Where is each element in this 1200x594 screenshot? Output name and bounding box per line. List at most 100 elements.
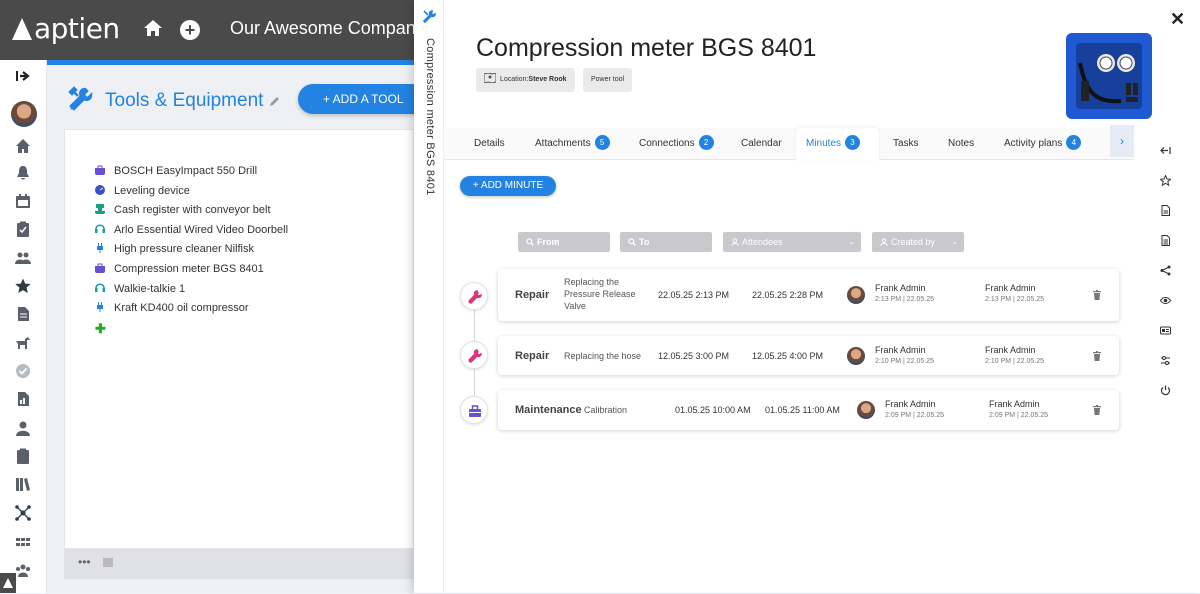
minute-description: Pressure Release: [564, 289, 636, 299]
location-chip[interactable]: Location:Steve Rook: [476, 68, 575, 92]
list-item[interactable]: Leveling device: [95, 182, 288, 202]
list-item[interactable]: Arlo Essential Wired Video Doorbell: [95, 221, 288, 241]
tab-connections[interactable]: Connections 2: [629, 128, 724, 160]
tab-label: Attachments: [535, 138, 591, 149]
headset-icon: [95, 283, 105, 292]
add-tool-button[interactable]: + ADD A TOOL: [298, 84, 428, 114]
trash-icon[interactable]: [1093, 405, 1101, 415]
tab-label: Calendar: [741, 138, 782, 149]
filter-from[interactable]: From: [518, 232, 610, 252]
tab-tasks[interactable]: Tasks: [883, 128, 929, 160]
tab-calendar[interactable]: Calendar: [731, 128, 792, 160]
trash-icon[interactable]: [1093, 290, 1101, 300]
settings-sliders-icon[interactable]: [1158, 355, 1172, 369]
minute-start: 12.05.25 3:00 PM: [658, 351, 730, 361]
minute-type: Maintenance: [515, 404, 582, 416]
collapse-arrow-icon[interactable]: [15, 68, 31, 84]
detail-panel: Compression meter BGS 8401 Compression m…: [414, 0, 1200, 593]
attendee-meta: 2:09 PM | 22.05.25: [885, 412, 945, 419]
list-item[interactable]: BOSCH EasyImpact 550 Drill: [95, 162, 288, 182]
clipboard-alt-icon[interactable]: [15, 448, 31, 464]
add-icon[interactable]: +: [180, 20, 200, 40]
tab-label: Activity plans: [1004, 138, 1063, 149]
eye-icon[interactable]: [1158, 295, 1172, 309]
minute-description: Replacing the hose: [564, 351, 642, 361]
list-item[interactable]: Cash register with conveyor belt: [95, 201, 288, 221]
creator-name: Frank Admin: [985, 283, 1036, 293]
more-icon[interactable]: •••: [78, 555, 91, 569]
books-icon[interactable]: [15, 476, 31, 492]
tab-count-badge: 4: [1066, 135, 1082, 150]
tab-minutes[interactable]: Minutes 3: [796, 128, 879, 160]
tab-label: Details: [474, 138, 505, 149]
tab-details[interactable]: Details: [464, 128, 515, 160]
check-icon[interactable]: [15, 363, 31, 379]
team-icon[interactable]: [15, 562, 31, 578]
location-label: Location:: [500, 76, 529, 83]
document-icon[interactable]: [1158, 205, 1172, 219]
filter-created-by[interactable]: Created by ⌄: [872, 232, 964, 252]
page-title: Tools & Equipment: [67, 85, 281, 113]
minute-start: 22.05.25 2:13 PM: [658, 290, 730, 300]
tab-attachments[interactable]: Attachments 5: [525, 128, 620, 160]
minute-row[interactable]: Repair Replacing the Pressure Release Va…: [498, 269, 1119, 321]
tabs-scroll-right-icon[interactable]: ›: [1110, 125, 1134, 157]
list-item[interactable]: Compression meter BGS 8401: [95, 260, 288, 280]
bell-icon[interactable]: [15, 165, 31, 181]
logo-text: aptien: [34, 12, 120, 45]
list-item[interactable]: Kraft KD400 oil compressor: [95, 299, 288, 319]
list-footer: •••: [64, 549, 414, 579]
trash-icon[interactable]: [1093, 351, 1101, 361]
tab-label: Tasks: [893, 138, 919, 149]
collapse-left-icon[interactable]: [1158, 145, 1172, 159]
list-item[interactable]: Walkie-talkie 1: [95, 280, 288, 300]
search-icon: [628, 238, 636, 246]
power-icon[interactable]: [1158, 385, 1172, 399]
close-icon[interactable]: ✕: [1170, 9, 1185, 30]
home-icon[interactable]: [15, 138, 31, 154]
star-icon[interactable]: [1158, 174, 1172, 189]
folder-icon[interactable]: [102, 558, 113, 567]
register-icon: [95, 204, 105, 215]
minute-row[interactable]: Maintenance Calibration 01.05.25 10:00 A…: [498, 390, 1119, 430]
edit-pencil-icon[interactable]: [269, 95, 281, 107]
chevron-down-icon: ⌄: [848, 237, 855, 246]
add-minute-button[interactable]: + ADD MINUTE: [460, 176, 556, 196]
tab-activity-plans[interactable]: Activity plans 4: [994, 128, 1091, 160]
filter-attendees[interactable]: Attendees ⌄: [723, 232, 861, 252]
category-chip[interactable]: Power tool: [583, 68, 633, 92]
avatar: [847, 347, 865, 365]
document-icon[interactable]: [15, 306, 31, 322]
dog-icon[interactable]: [15, 335, 31, 351]
filter-to[interactable]: To: [620, 232, 712, 252]
calendar-icon[interactable]: [15, 193, 31, 209]
person-icon[interactable]: [15, 420, 31, 436]
logo-small-icon[interactable]: [0, 573, 16, 593]
page-title-text: Tools & Equipment: [105, 90, 264, 111]
user-icon: [731, 238, 739, 246]
user-avatar[interactable]: [11, 101, 37, 127]
list-item[interactable]: High pressure cleaner Nilfisk: [95, 240, 288, 260]
id-card-icon[interactable]: [1158, 325, 1172, 339]
logo-mark-icon: [12, 18, 32, 40]
app-logo[interactable]: aptien: [12, 12, 120, 45]
grid-icon[interactable]: [15, 534, 31, 550]
tab-label: Connections: [639, 138, 695, 149]
people-icon[interactable]: [15, 250, 31, 266]
minute-row[interactable]: Repair Replacing the hose 12.05.25 3:00 …: [498, 336, 1119, 375]
report-icon[interactable]: [15, 391, 31, 407]
clipboard-icon[interactable]: [15, 221, 31, 237]
creator-name: Frank Admin: [985, 345, 1036, 355]
home-icon[interactable]: [143, 18, 163, 38]
share-icon[interactable]: [1158, 265, 1172, 279]
panel-vertical-tab[interactable]: Compression meter BGS 8401: [414, 0, 444, 593]
plus-icon: ✚: [95, 320, 106, 336]
tab-notes[interactable]: Notes: [938, 128, 984, 160]
star-icon[interactable]: [15, 278, 31, 294]
document-alt-icon[interactable]: [1158, 235, 1172, 249]
network-icon[interactable]: [15, 505, 31, 521]
list-item-label: Cash register with conveyor belt: [114, 204, 271, 217]
add-item-button[interactable]: ✚: [95, 319, 288, 339]
company-name[interactable]: Our Awesome Company: [230, 18, 425, 39]
list-item-label: Arlo Essential Wired Video Doorbell: [114, 223, 289, 236]
